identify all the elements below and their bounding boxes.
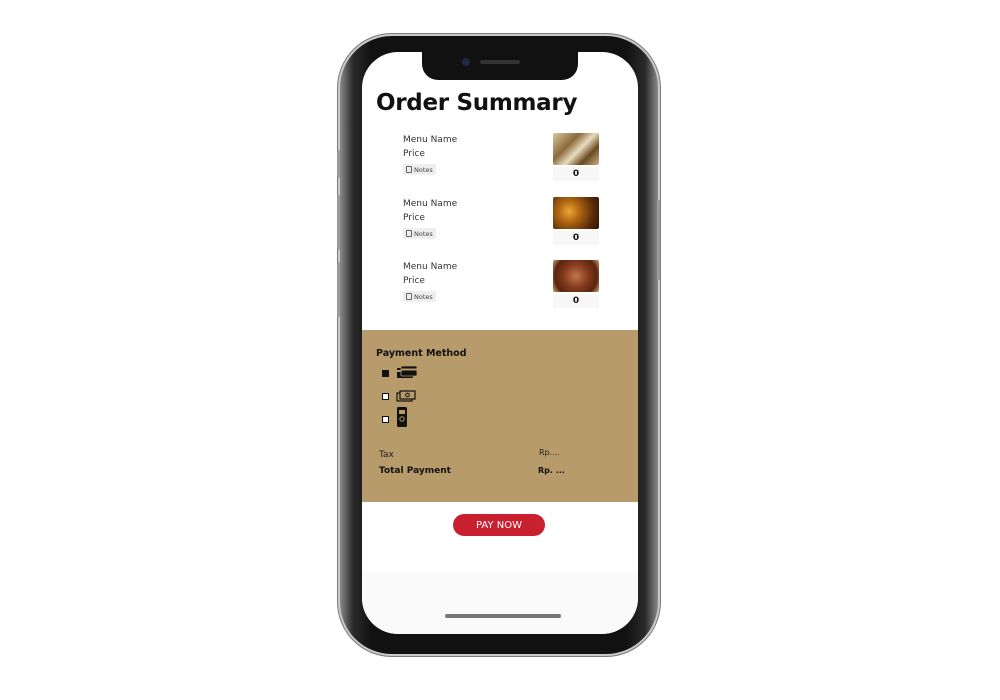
payment-option-card[interactable] xyxy=(382,363,418,383)
notes-label: Notes xyxy=(414,292,433,301)
tax-value: Rp.... xyxy=(539,448,560,457)
order-item: Menu Name Price Notes 0 xyxy=(362,260,638,324)
notes-button[interactable]: Notes xyxy=(403,291,436,302)
volume-down-button xyxy=(337,262,340,317)
food-photo xyxy=(553,133,599,165)
payment-radio[interactable] xyxy=(382,369,389,377)
food-photo xyxy=(553,197,599,229)
total-payment-label: Total Payment xyxy=(379,466,451,476)
menu-price: Price xyxy=(403,149,425,159)
notes-icon xyxy=(406,166,412,173)
menu-name: Menu Name xyxy=(403,262,458,272)
notch xyxy=(422,52,578,80)
volume-up-button xyxy=(337,195,340,250)
quantity-value[interactable]: 0 xyxy=(553,231,599,245)
order-item: Menu Name Price Notes 0 xyxy=(362,133,638,197)
payment-panel: Payment Method Tax Rp.... Total Payment … xyxy=(362,330,638,502)
mute-switch xyxy=(337,150,340,178)
food-photo xyxy=(553,260,599,292)
quantity-value[interactable]: 0 xyxy=(553,294,599,308)
cash-icon xyxy=(396,387,416,406)
notes-button[interactable]: Notes xyxy=(403,164,436,175)
order-item: Menu Name Price Notes 0 xyxy=(362,197,638,261)
mobile-payment-icon xyxy=(396,406,408,432)
notes-icon xyxy=(406,230,412,237)
speaker-grille xyxy=(480,60,520,64)
phone-screen: Order Summary Menu Name Price Notes 0 Me… xyxy=(362,52,638,634)
menu-price: Price xyxy=(403,213,425,223)
menu-price: Price xyxy=(403,276,425,286)
menu-name: Menu Name xyxy=(403,199,458,209)
pay-now-button[interactable]: PAY NOW xyxy=(453,514,545,536)
payment-radio[interactable] xyxy=(382,392,389,400)
home-indicator[interactable] xyxy=(445,614,561,618)
tax-label: Tax xyxy=(379,450,394,460)
camera-icon xyxy=(462,58,470,66)
power-button xyxy=(657,200,660,280)
payment-method-title: Payment Method xyxy=(376,348,467,359)
page-title: Order Summary xyxy=(376,90,578,116)
notes-icon xyxy=(406,293,412,300)
total-payment-value: Rp. ... xyxy=(538,466,565,475)
credit-card-icon xyxy=(396,364,418,383)
menu-name: Menu Name xyxy=(403,135,458,145)
bottom-area xyxy=(362,572,638,634)
quantity-value[interactable]: 0 xyxy=(553,167,599,181)
payment-radio[interactable] xyxy=(382,415,389,423)
notes-label: Notes xyxy=(414,229,433,238)
notes-button[interactable]: Notes xyxy=(403,228,436,239)
payment-option-mobile[interactable] xyxy=(382,406,408,432)
payment-option-cash[interactable] xyxy=(382,386,416,406)
notes-label: Notes xyxy=(414,165,433,174)
